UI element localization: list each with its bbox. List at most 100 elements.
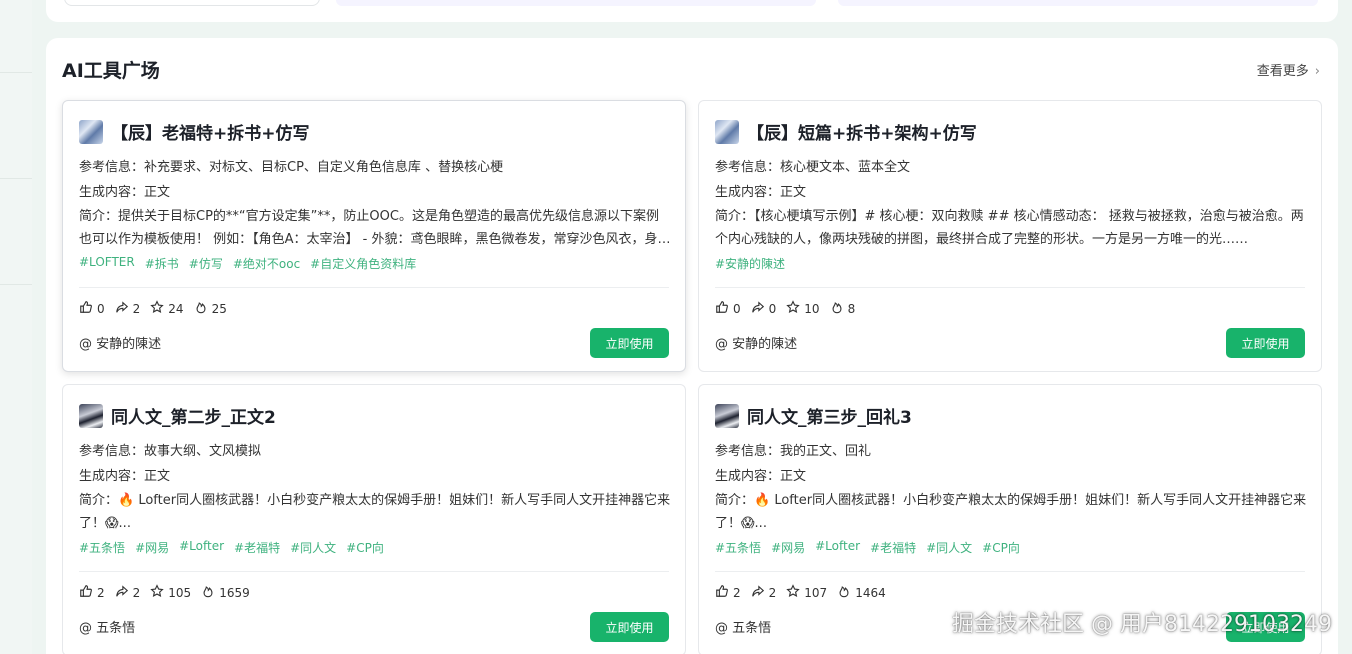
share-stat[interactable]: 2 (115, 584, 141, 601)
tag-link[interactable]: #同人文 (926, 539, 972, 556)
tag-link[interactable]: #同人文 (290, 539, 336, 556)
author-name[interactable]: @ 五条悟 (715, 617, 771, 636)
tag-link[interactable]: #Lofter (815, 539, 860, 556)
star-stat[interactable]: 107 (786, 584, 827, 601)
tag-list: #五条悟 #网易 #Lofter #老福特 #同人文 #CP向 (715, 539, 1020, 556)
card-title[interactable]: 同人文_第三步_回礼3 (747, 403, 912, 428)
author-label: 五条悟 (732, 621, 772, 636)
like-stat[interactable]: 0 (79, 300, 105, 317)
tag-link[interactable]: #Lofter (179, 539, 224, 556)
ai-tools-panel: AI工具广场 查看更多 › 【辰】老福特+拆书+仿写 参考信息：补充要求、对标文、… (46, 38, 1338, 654)
share-stat[interactable]: 2 (115, 300, 140, 317)
author-avatar (79, 119, 103, 144)
reference-label: 参考信息： (715, 444, 781, 459)
generated-value: 正文 (144, 469, 171, 484)
share-icon (751, 300, 769, 317)
tag-list: #安静的陳述 (715, 255, 785, 272)
share-count: 2 (132, 585, 141, 600)
card-description: 简介：提供关于目标CP的**“官方设定集”**，防止OOC。这是角色塑造的最高优… (79, 205, 671, 251)
thumbs-up-icon (715, 584, 733, 601)
generated-label: 生成内容： (715, 469, 781, 484)
generated-value: 正文 (780, 469, 807, 484)
generated-label: 生成内容： (715, 185, 781, 200)
author-avatar (79, 403, 103, 428)
author-name[interactable]: @ 安静的陳述 (715, 333, 797, 352)
tag-link[interactable]: #仿写 (189, 255, 223, 272)
author-label: 五条悟 (96, 621, 136, 636)
like-stat[interactable]: 2 (79, 584, 105, 601)
star-stat[interactable]: 10 (786, 300, 820, 317)
tag-link[interactable]: #自定义角色资料库 (310, 255, 416, 272)
intro-label: 简介： (79, 209, 119, 224)
intro-text: 🔥 Lofter同人圈核武器！小白秒变产粮太太的保姆手册！姐妹们！新人写手同人文… (79, 493, 671, 531)
tag-link[interactable]: #老福特 (870, 539, 916, 556)
generated-content: 生成内容：正文 (715, 465, 806, 484)
see-more-link[interactable]: 查看更多 › (1257, 60, 1320, 79)
top-card[interactable] (838, 0, 1318, 6)
reference-info: 参考信息：补充要求、对标文、目标CP、自定义角色信息库 、替换核心梗 (79, 156, 503, 175)
like-count: 0 (97, 301, 105, 316)
card-stats: 0 0 10 8 (715, 300, 865, 317)
generated-content: 生成内容：正文 (79, 181, 170, 200)
reference-value: 补充要求、对标文、目标CP、自定义角色信息库 、替换核心梗 (144, 160, 504, 175)
like-count: 0 (733, 301, 741, 316)
generated-label: 生成内容： (79, 469, 145, 484)
author-name[interactable]: @ 五条悟 (79, 617, 135, 636)
tag-link[interactable]: #五条悟 (79, 539, 125, 556)
top-card[interactable] (336, 0, 816, 6)
reference-label: 参考信息： (79, 444, 145, 459)
card-description: 简介：🔥 Lofter同人圈核武器！小白秒变产粮太太的保姆手册！姐妹们！新人写手… (715, 489, 1307, 535)
like-stat[interactable]: 2 (715, 584, 741, 601)
tag-link[interactable]: #LOFTER (79, 255, 135, 272)
share-stat[interactable]: 2 (751, 584, 777, 601)
generated-content: 生成内容：正文 (79, 465, 170, 484)
share-icon (115, 584, 133, 601)
use-now-button[interactable]: 立即使用 (590, 612, 669, 642)
author-name[interactable]: @ 安静的陳述 (79, 333, 161, 352)
tool-card[interactable]: 同人文_第二步_正文2 参考信息：故事大纲、文风模拟 生成内容：正文 简介：🔥 … (62, 384, 686, 654)
star-icon (150, 300, 168, 317)
share-stat[interactable]: 0 (751, 300, 776, 317)
star-count: 105 (168, 585, 192, 600)
tool-card[interactable]: 【辰】短篇+拆书+架构+仿写 参考信息：核心梗文本、蓝本全文 生成内容：正文 简… (698, 100, 1322, 372)
tag-link[interactable]: #老福特 (234, 539, 280, 556)
card-title[interactable]: 同人文_第二步_正文2 (111, 403, 276, 428)
chevron-right-icon: › (1314, 64, 1320, 79)
star-stat[interactable]: 24 (150, 300, 184, 317)
usage-stat: 25 (194, 300, 227, 317)
share-count: 2 (768, 585, 777, 600)
author-label: 安静的陳述 (96, 337, 162, 352)
at-symbol: @ (79, 337, 97, 352)
tag-link[interactable]: #绝对不ooc (233, 255, 300, 272)
fire-icon (194, 300, 212, 317)
use-now-button[interactable]: 立即使用 (1226, 328, 1305, 358)
tag-link[interactable]: #网易 (771, 539, 805, 556)
tool-card[interactable]: 【辰】老福特+拆书+仿写 参考信息：补充要求、对标文、目标CP、自定义角色信息库… (62, 100, 686, 372)
star-icon (786, 584, 804, 601)
share-icon (751, 584, 769, 601)
like-stat[interactable]: 0 (715, 300, 741, 317)
tag-list: #LOFTER #拆书 #仿写 #绝对不ooc #自定义角色资料库 (79, 255, 416, 272)
thumbs-up-icon (715, 300, 733, 317)
generated-label: 生成内容： (79, 185, 145, 200)
watermark: 掘金技术社区 @ 用户8142291032​49 (952, 612, 1332, 637)
tag-link[interactable]: #网易 (135, 539, 169, 556)
at-symbol: @ (715, 337, 733, 352)
divider (79, 287, 669, 288)
star-count: 10 (804, 301, 820, 316)
tag-link[interactable]: #安静的陳述 (715, 255, 785, 272)
tag-link[interactable]: #拆书 (145, 255, 179, 272)
search-box[interactable] (64, 0, 320, 6)
use-now-button[interactable]: 立即使用 (590, 328, 669, 358)
usage-count: 1659 (219, 585, 250, 600)
divider (715, 287, 1305, 288)
card-title[interactable]: 【辰】短篇+拆书+架构+仿写 (747, 119, 977, 144)
reference-value: 我的正文、回礼 (780, 444, 872, 459)
reference-info: 参考信息：核心梗文本、蓝本全文 (715, 156, 910, 175)
card-title[interactable]: 【辰】老福特+拆书+仿写 (111, 119, 310, 144)
tag-link[interactable]: #CP向 (982, 539, 1020, 556)
divider (715, 571, 1305, 572)
tag-link[interactable]: #CP向 (346, 539, 384, 556)
star-stat[interactable]: 105 (150, 584, 191, 601)
tag-link[interactable]: #五条悟 (715, 539, 761, 556)
